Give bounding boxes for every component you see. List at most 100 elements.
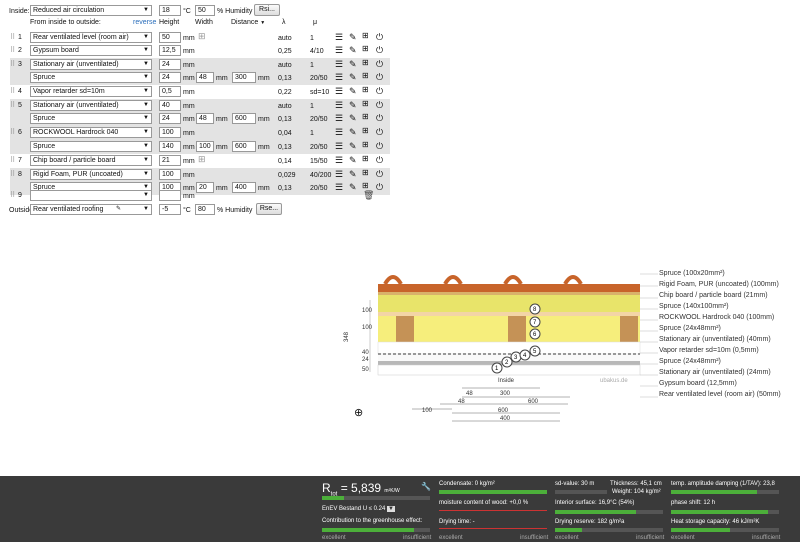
distance-input[interactable]: 300 [232,72,256,83]
drag-handle-icon[interactable]: ⠿ [10,60,15,68]
drag-handle-icon[interactable]: ⠿ [10,128,15,136]
add-sublayer-icon[interactable]: ⊞ [362,71,369,81]
power-icon[interactable]: ⏻ [376,141,383,151]
material-select[interactable]: Gypsum board ▼ [30,45,152,56]
outside-temp-input[interactable]: -5 [159,204,181,215]
power-icon[interactable]: ⏻ [376,100,383,110]
material-select[interactable]: Chip board / particle board ▼ [30,155,152,166]
power-icon[interactable]: ⏻ [376,127,383,137]
power-icon[interactable]: ⏻ [376,155,383,165]
pencil-icon[interactable]: ✎ [349,100,357,110]
zoom-in-icon[interactable]: ⊕ [354,408,363,419]
add-sublayer-icon[interactable]: ⊞ [362,140,369,150]
trash-icon[interactable]: 🗑 [363,190,374,200]
power-icon[interactable]: ⏻ [376,113,383,123]
width-input[interactable]: 48 [196,113,214,124]
chevron-down-icon[interactable]: ▼ [387,506,395,512]
menu-icon[interactable]: ☰ [335,59,343,69]
pencil-icon[interactable]: ✎ [349,32,357,42]
add-sublayer-icon[interactable]: ⊞ [362,44,369,54]
add-sublayer-icon[interactable]: ⊞ [362,126,369,136]
outside-climate-select[interactable]: Rear ventilated roofing ✎ ▼ [30,204,152,215]
power-icon[interactable]: ⏻ [376,45,383,55]
menu-icon[interactable]: ☰ [335,86,343,96]
add-sublayer-icon[interactable]: ⊞ [362,154,369,164]
add-sublayer-icon[interactable]: ⊞ [362,31,369,41]
sublayer-material-select[interactable]: Spruce ▼ [30,141,152,152]
menu-icon[interactable]: ☰ [335,127,343,137]
height-input[interactable] [159,190,181,201]
material-select[interactable]: ROCKWOOL Hardrock 040 ▼ [30,127,152,138]
menu-icon[interactable]: ☰ [335,141,343,151]
wrench-icon[interactable]: 🔧 [421,482,431,491]
add-sublayer-icon[interactable]: ⊞ [362,58,369,68]
drag-handle-icon[interactable]: ⠿ [10,33,15,41]
pencil-icon[interactable]: ✎ [349,169,357,179]
width-input[interactable]: 48 [196,72,214,83]
menu-icon[interactable]: ☰ [335,113,343,123]
height-input[interactable]: 100 [159,169,181,180]
rsi-button[interactable]: Rsi... [254,4,280,16]
inside-climate-select[interactable]: Reduced air circulation ▼ [30,5,152,16]
material-select[interactable]: Rigid Foam, PUR (uncoated) ▼ [30,169,152,180]
pencil-icon[interactable]: ✎ [349,141,357,151]
drag-handle-icon[interactable]: ⠿ [10,101,15,109]
add-column-icon[interactable]: ⊞ [198,154,206,164]
height-input[interactable]: 0,5 [159,86,181,97]
power-icon[interactable]: ⏻ [376,86,383,96]
pencil-icon[interactable]: ✎ [349,113,357,123]
height-input[interactable]: 21 [159,155,181,166]
drag-handle-icon[interactable]: ⠿ [10,87,15,95]
material-select[interactable]: ▼ [30,190,152,201]
height-input[interactable]: 50 [159,32,181,43]
add-sublayer-icon[interactable]: ⊞ [362,99,369,109]
inside-humidity-input[interactable]: 50 [195,5,215,16]
menu-icon[interactable]: ☰ [335,100,343,110]
power-icon[interactable]: ⏻ [376,169,383,179]
material-select[interactable]: Stationary air (unventilated) ▼ [30,100,152,111]
drag-handle-icon[interactable]: ⠿ [10,191,15,199]
sublayer-material-select[interactable]: Spruce ▼ [30,113,152,124]
height-input[interactable]: 140 [159,141,181,152]
height-input[interactable]: 40 [159,100,181,111]
distance-header[interactable]: Distance ▼ [231,19,265,26]
reverse-link[interactable]: reverse [133,19,156,26]
material-select[interactable]: Stationary air (unventilated) ▼ [30,59,152,70]
menu-icon[interactable]: ☰ [335,155,343,165]
sublayer-material-select[interactable]: Spruce ▼ [30,72,152,83]
power-icon[interactable]: ⏻ [376,72,383,82]
pencil-icon[interactable]: ✎ [349,59,357,69]
material-select[interactable]: Vapor retarder sd=10m ▼ [30,86,152,97]
menu-icon[interactable]: ☰ [335,45,343,55]
pencil-icon[interactable]: ✎ [349,45,357,55]
drag-handle-icon[interactable]: ⠿ [10,46,15,54]
power-icon[interactable]: ⏻ [376,59,383,69]
height-input[interactable]: 24 [159,59,181,70]
distance-input[interactable]: 600 [232,141,256,152]
height-input[interactable]: 12,5 [159,45,181,56]
add-sublayer-icon[interactable]: ⊞ [362,112,369,122]
menu-icon[interactable]: ☰ [335,169,343,179]
drag-handle-icon[interactable]: ⠿ [10,156,15,164]
material-select[interactable]: Rear ventilated level (room air) ▼ [30,32,152,43]
menu-icon[interactable]: ☰ [335,32,343,42]
width-input[interactable]: 100 [196,141,214,152]
pencil-icon[interactable]: ✎ [349,127,357,137]
inside-temp-input[interactable]: 18 [159,5,181,16]
rse-button[interactable]: Rse... [256,203,282,215]
add-column-icon[interactable]: ⊞ [198,31,206,41]
add-sublayer-icon[interactable]: ⊞ [362,168,369,178]
distance-input[interactable]: 600 [232,113,256,124]
outside-humidity-input[interactable]: 80 [195,204,215,215]
menu-icon[interactable]: ☰ [335,72,343,82]
pencil-icon[interactable]: ✎ [349,86,357,96]
height-input[interactable]: 100 [159,127,181,138]
power-icon[interactable]: ⏻ [376,32,383,42]
pencil-icon[interactable]: ✎ [349,155,357,165]
add-sublayer-icon[interactable]: ⊞ [362,85,369,95]
height-input[interactable]: 24 [159,72,181,83]
height-input[interactable]: 24 [159,113,181,124]
pencil-icon[interactable]: ✎ [116,205,121,214]
pencil-icon[interactable]: ✎ [349,72,357,82]
drag-handle-icon[interactable]: ⠿ [10,170,15,178]
